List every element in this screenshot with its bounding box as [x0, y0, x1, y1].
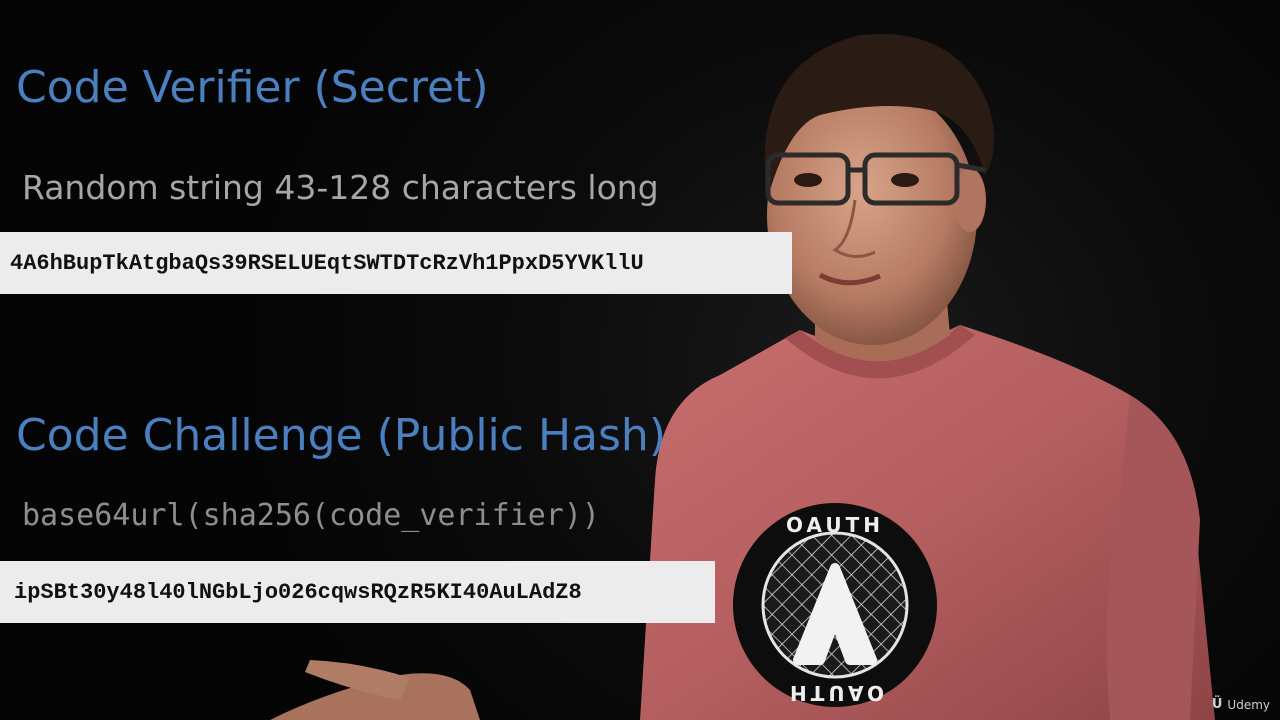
code-verifier-heading: Code Verifier (Secret) [16, 62, 489, 113]
code-verifier-example-box: 4A6hBupTkAtgbaQs39RSELUEqtSWTDTcRzVh1Ppx… [0, 232, 792, 294]
code-verifier-example: 4A6hBupTkAtgbaQs39RSELUEqtSWTDTcRzVh1Ppx… [10, 250, 644, 276]
oauth-logo-bottom-text: OAUTH [786, 681, 884, 705]
code-challenge-example-box: ipSBt30y48l40lNGbLjo026cqwsRQzR5KI40AuLA… [0, 561, 715, 623]
udemy-watermark-label: Udemy [1227, 697, 1270, 712]
code-verifier-description: Random string 43-128 characters long [22, 168, 659, 207]
udemy-logo-icon: Ü [1211, 697, 1223, 712]
udemy-watermark: Ü Udemy [1212, 697, 1270, 712]
oauth-logo-top-text: OAUTH [786, 513, 884, 537]
code-challenge-example: ipSBt30y48l40lNGbLjo026cqwsRQzR5KI40AuLA… [14, 579, 582, 605]
code-challenge-heading: Code Challenge (Public Hash) [16, 410, 666, 461]
code-challenge-formula: base64url(sha256(code_verifier)) [22, 498, 600, 533]
video-frame: OAUTH OAUTH Code Verifier (Secret) Rando… [0, 0, 1280, 720]
